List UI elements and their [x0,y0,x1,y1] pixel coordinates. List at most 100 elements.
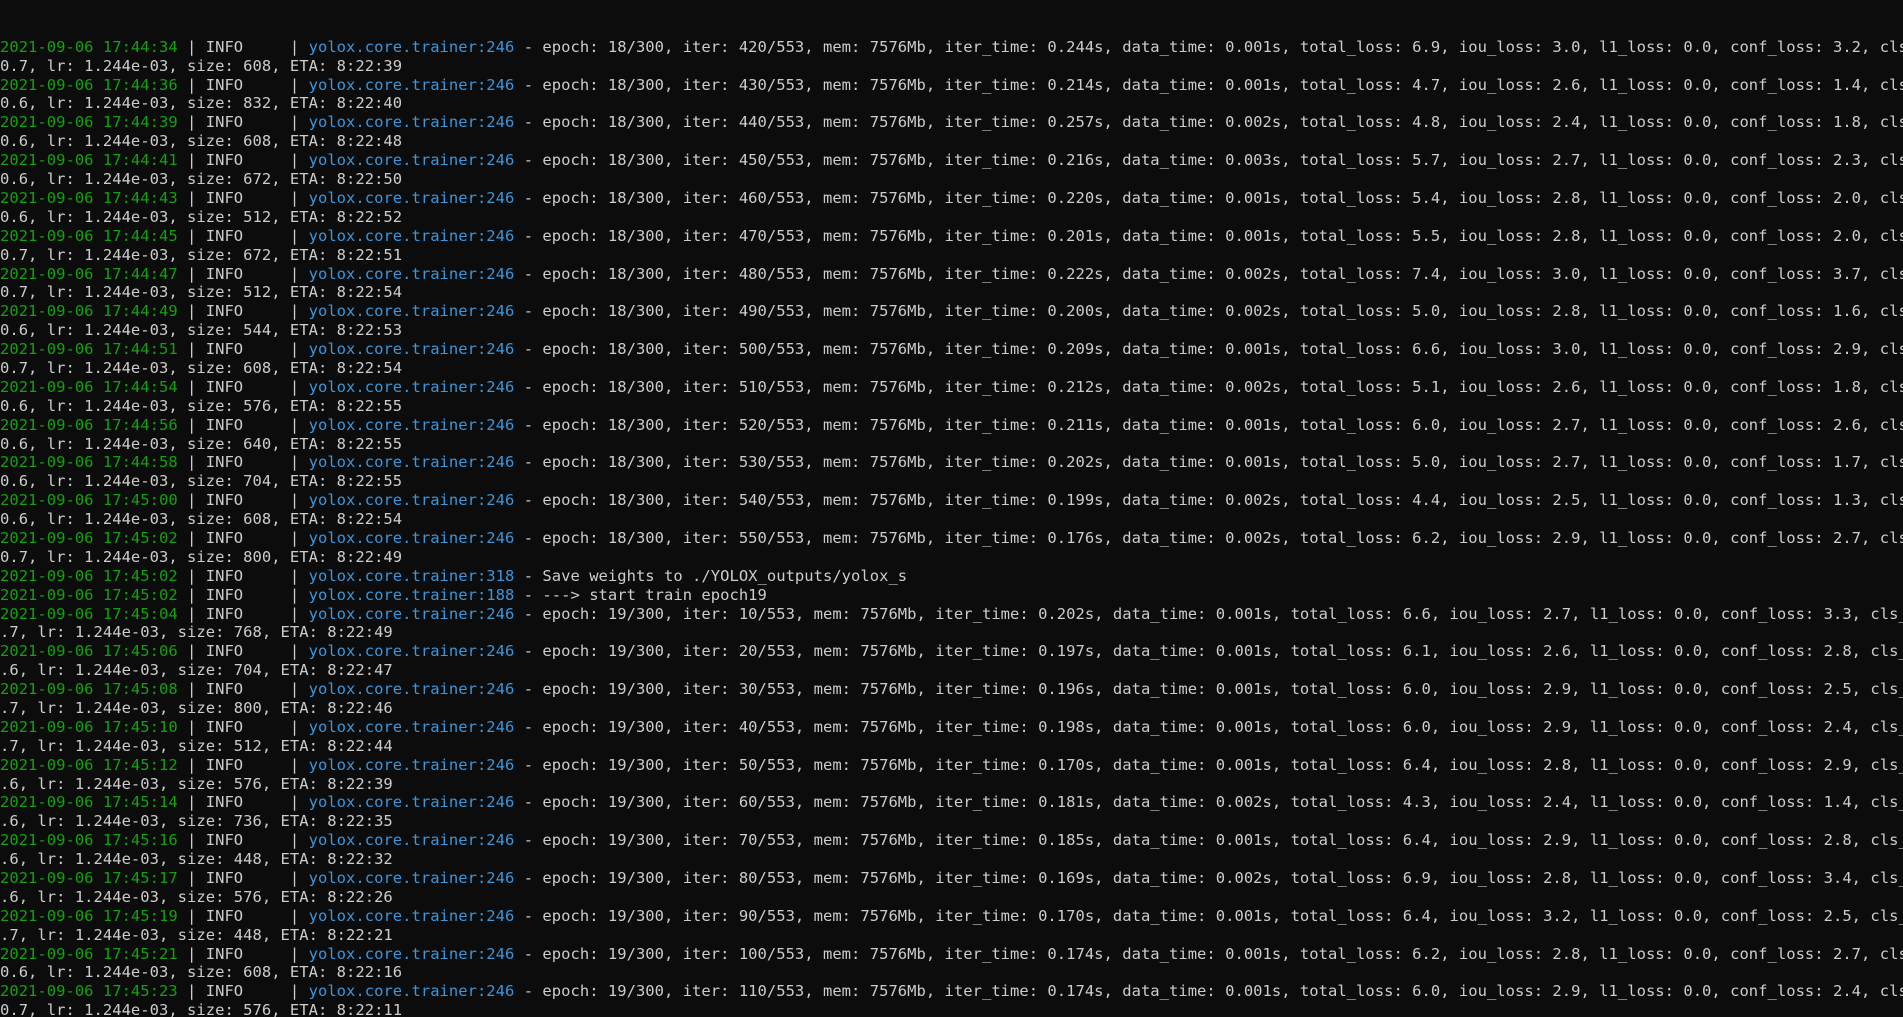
log-line: 2021-09-06 17:44:39 | INFO | yolox.core.… [0,113,1903,132]
log-timestamp: 2021-09-06 17:44:36 [0,75,178,94]
log-timestamp: 2021-09-06 17:45:02 [0,566,178,585]
log-level: | INFO | [177,75,309,94]
log-line: 2021-09-06 17:44:34 | INFO | yolox.core.… [0,38,1903,57]
log-line: 2021-09-06 17:45:02 | INFO | yolox.core.… [0,567,1903,586]
log-entry: 2021-09-06 17:44:47 | INFO | yolox.core.… [0,265,1903,303]
log-module: yolox.core.trainer:246 [308,377,515,396]
log-timestamp: 2021-09-06 17:45:02 [0,528,178,547]
log-module: yolox.core.trainer:246 [308,302,515,321]
log-continuation: .6, lr: 1.244e-03, size: 576, ETA: 8:22:… [0,774,393,793]
log-timestamp: 2021-09-06 17:45:04 [0,604,178,623]
log-message: - epoch: 19/300, iter: 90/553, mem: 7576… [514,906,1903,925]
log-message: - epoch: 18/300, iter: 510/553, mem: 757… [514,377,1903,396]
log-message: - epoch: 18/300, iter: 470/553, mem: 757… [514,226,1903,245]
log-continuation: .6, lr: 1.244e-03, size: 704, ETA: 8:22:… [0,661,393,680]
log-entry: 2021-09-06 17:44:49 | INFO | yolox.core.… [0,302,1903,340]
log-line: 2021-09-06 17:45:00 | INFO | yolox.core.… [0,491,1903,510]
log-timestamp: 2021-09-06 17:44:54 [0,377,178,396]
log-module: yolox.core.trainer:246 [308,188,515,207]
log-line: 2021-09-06 17:44:58 | INFO | yolox.core.… [0,453,1903,472]
log-module: yolox.core.trainer:246 [308,604,515,623]
log-level: | INFO | [177,113,309,132]
log-entry: 2021-09-06 17:44:36 | INFO | yolox.core.… [0,76,1903,114]
log-level: | INFO | [177,377,309,396]
log-message: - epoch: 18/300, iter: 520/553, mem: 757… [514,415,1903,434]
log-entry: 2021-09-06 17:44:45 | INFO | yolox.core.… [0,227,1903,265]
log-line: 2021-09-06 17:44:47 | INFO | yolox.core.… [0,265,1903,284]
log-entry: 2021-09-06 17:45:02 | INFO | yolox.core.… [0,567,1903,586]
log-level: | INFO | [177,944,309,963]
log-level: | INFO | [177,982,309,1001]
log-module: yolox.core.trainer:246 [308,491,515,510]
log-continuation: .7, lr: 1.244e-03, size: 768, ETA: 8:22:… [0,623,393,642]
log-module: yolox.core.trainer:246 [308,793,515,812]
log-entry: 2021-09-06 17:45:02 | INFO | yolox.core.… [0,586,1903,605]
log-timestamp: 2021-09-06 17:45:06 [0,642,178,661]
log-timestamp: 2021-09-06 17:45:14 [0,793,178,812]
log-entry: 2021-09-06 17:45:00 | INFO | yolox.core.… [0,491,1903,529]
log-line: 2021-09-06 17:45:21 | INFO | yolox.core.… [0,945,1903,964]
log-line: 2021-09-06 17:44:54 | INFO | yolox.core.… [0,378,1903,397]
log-continuation: .7, lr: 1.244e-03, size: 512, ETA: 8:22:… [0,736,393,755]
log-entry: 2021-09-06 17:44:51 | INFO | yolox.core.… [0,340,1903,378]
log-module: yolox.core.trainer:246 [308,642,515,661]
log-message: - epoch: 19/300, iter: 70/553, mem: 7576… [514,831,1903,850]
log-line: 2021-09-06 17:44:41 | INFO | yolox.core.… [0,151,1903,170]
log-timestamp: 2021-09-06 17:44:34 [0,37,178,56]
log-line: 2021-09-06 17:45:10 | INFO | yolox.core.… [0,718,1903,737]
log-timestamp: 2021-09-06 17:45:08 [0,680,178,699]
log-level: | INFO | [177,566,309,585]
log-level: | INFO | [177,302,309,321]
log-level: | INFO | [177,151,309,170]
log-timestamp: 2021-09-06 17:44:39 [0,113,178,132]
log-module: yolox.core.trainer:246 [308,264,515,283]
log-message: - epoch: 18/300, iter: 440/553, mem: 757… [514,113,1903,132]
log-level: | INFO | [177,831,309,850]
log-continuation: 0.7, lr: 1.244e-03, size: 800, ETA: 8:22… [0,547,403,566]
log-message: - epoch: 19/300, iter: 30/553, mem: 7576… [514,680,1903,699]
log-module: yolox.core.trainer:246 [308,869,515,887]
log-continuation: 0.7, lr: 1.244e-03, size: 608, ETA: 8:22… [0,358,403,377]
log-continuation: 0.6, lr: 1.244e-03, size: 640, ETA: 8:22… [0,434,403,453]
log-entry: 2021-09-06 17:44:54 | INFO | yolox.core.… [0,378,1903,416]
log-level: | INFO | [177,585,309,604]
log-timestamp: 2021-09-06 17:45:19 [0,906,178,925]
log-level: | INFO | [177,906,309,925]
log-timestamp: 2021-09-06 17:45:10 [0,717,178,736]
log-entry: 2021-09-06 17:44:34 | INFO | yolox.core.… [0,38,1903,76]
log-timestamp: 2021-09-06 17:44:56 [0,415,178,434]
log-continuation: 0.6, lr: 1.244e-03, size: 608, ETA: 8:22… [0,510,403,529]
log-message: - epoch: 19/300, iter: 80/553, mem: 7576… [514,869,1903,887]
log-continuation: 0.6, lr: 1.244e-03, size: 576, ETA: 8:22… [0,396,403,415]
log-entry: 2021-09-06 17:45:19 | INFO | yolox.core.… [0,907,1903,945]
log-entry: 2021-09-06 17:45:16 | INFO | yolox.core.… [0,831,1903,869]
log-continuation: 0.6, lr: 1.244e-03, size: 608, ETA: 8:22… [0,132,403,151]
log-module: yolox.core.trainer:246 [308,113,515,132]
log-module: yolox.core.trainer:246 [308,226,515,245]
log-continuation: .6, lr: 1.244e-03, size: 448, ETA: 8:22:… [0,850,393,869]
log-message: - epoch: 19/300, iter: 110/553, mem: 757… [514,982,1903,1001]
log-message: - ---> start train epoch19 [514,585,767,604]
log-continuation: 0.7, lr: 1.244e-03, size: 576, ETA: 8:22… [0,1001,403,1017]
log-message: - epoch: 18/300, iter: 530/553, mem: 757… [514,453,1903,472]
log-line: 2021-09-06 17:44:45 | INFO | yolox.core.… [0,227,1903,246]
log-module: yolox.core.trainer:246 [308,755,515,774]
log-timestamp: 2021-09-06 17:44:41 [0,151,178,170]
terminal-output[interactable]: 2021-09-06 17:44:34 | INFO | yolox.core.… [0,0,1903,1017]
log-level: | INFO | [177,226,309,245]
log-entry: 2021-09-06 17:45:04 | INFO | yolox.core.… [0,605,1903,643]
log-level: | INFO | [177,37,309,56]
log-entry: 2021-09-06 17:45:08 | INFO | yolox.core.… [0,680,1903,718]
log-entry: 2021-09-06 17:45:12 | INFO | yolox.core.… [0,756,1903,794]
log-message: - Save weights to ./YOLOX_outputs/yolox_… [514,566,908,585]
log-continuation: 0.6, lr: 1.244e-03, size: 544, ETA: 8:22… [0,321,403,340]
log-module: yolox.core.trainer:246 [308,415,515,434]
log-message: - epoch: 18/300, iter: 500/553, mem: 757… [514,340,1903,359]
log-entry: 2021-09-06 17:45:21 | INFO | yolox.core.… [0,945,1903,983]
log-continuation: .7, lr: 1.244e-03, size: 800, ETA: 8:22:… [0,698,393,717]
log-line: 2021-09-06 17:45:12 | INFO | yolox.core.… [0,756,1903,775]
log-message: - epoch: 18/300, iter: 420/553, mem: 757… [514,37,1903,56]
log-line: 2021-09-06 17:45:19 | INFO | yolox.core.… [0,907,1903,926]
log-timestamp: 2021-09-06 17:45:12 [0,755,178,774]
log-continuation: .6, lr: 1.244e-03, size: 576, ETA: 8:22:… [0,887,393,906]
